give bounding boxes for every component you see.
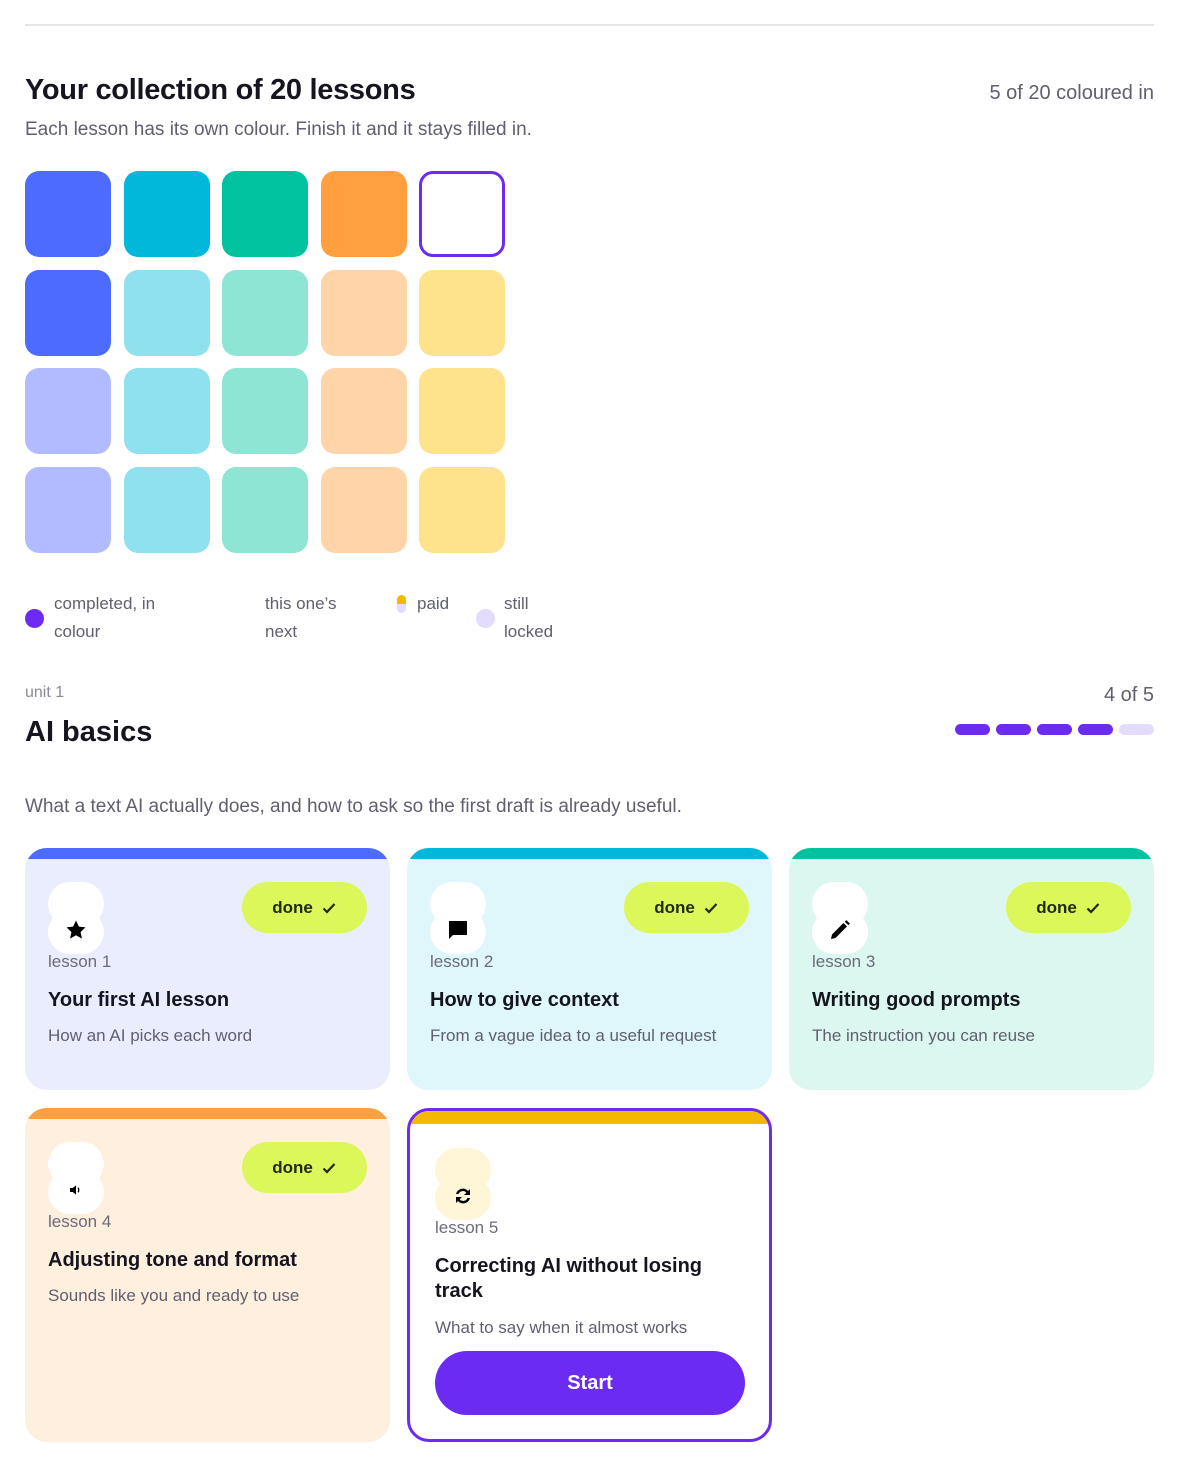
lesson-card-2[interactable]: done lesson 2 How to give context From a… (407, 848, 772, 1090)
lesson-tile-9[interactable] (320, 269, 407, 356)
lesson-tile-20[interactable] (419, 466, 505, 553)
checkmark-icon (704, 902, 718, 914)
lesson-subtitle: How an AI picks each word (48, 1026, 253, 1045)
lesson-tile-3[interactable] (222, 171, 308, 257)
lesson-kicker: lesson 2 (430, 952, 494, 971)
lesson-tile-17[interactable] (123, 466, 210, 553)
done-badge: done (242, 882, 367, 933)
pencil-icon (831, 920, 850, 939)
icon-bubble (48, 882, 104, 954)
top-divider (25, 24, 1154, 26)
checkmark-icon (1086, 902, 1100, 914)
lesson-tile-12[interactable] (123, 368, 210, 454)
lesson-tile-2[interactable] (123, 171, 210, 257)
card-color-band (407, 848, 772, 859)
unit-progress-bar (955, 724, 1154, 735)
lesson-title: Writing good prompts (812, 989, 1021, 1011)
lesson-color-grid (25, 171, 506, 553)
progress-segment (1119, 724, 1154, 735)
checkmark-icon (322, 902, 336, 914)
legend-locked: still locked (504, 594, 554, 641)
lesson-subtitle: What to say when it almost works (435, 1318, 688, 1337)
lesson-title: Adjusting tone and format (48, 1249, 297, 1271)
lesson-tile-16[interactable] (25, 466, 111, 553)
lesson-tile-10[interactable] (419, 269, 505, 356)
legend: completed, in colour this one’s next pai… (25, 590, 625, 650)
lesson-kicker: lesson 1 (48, 952, 112, 971)
lesson-title: How to give context (430, 989, 619, 1011)
card-color-band (789, 848, 1154, 859)
lesson-kicker: lesson 3 (812, 952, 876, 971)
locked-dot-icon (476, 609, 495, 628)
icon-bubble (812, 882, 868, 954)
progress-segment (996, 724, 1031, 735)
lesson-subtitle: The instruction you can reuse (812, 1026, 1036, 1045)
checkmark-icon (322, 1162, 336, 1174)
lesson-tile-18[interactable] (222, 466, 308, 553)
lesson-tile-4[interactable] (320, 171, 407, 257)
lesson-tile-8[interactable] (222, 269, 308, 356)
done-badge: done (242, 1142, 367, 1193)
lesson-subtitle: Sounds like you and ready to use (48, 1286, 300, 1305)
done-badge: done (1006, 882, 1131, 933)
completed-dot-icon (25, 609, 44, 628)
card-color-band (410, 1111, 769, 1124)
legend-completed: completed, in colour (54, 594, 156, 641)
lesson-tile-19[interactable] (320, 466, 407, 553)
legend-next: this one’s next (265, 594, 337, 641)
lesson-title: Correcting AI without losing track (435, 1255, 703, 1302)
lesson-tile-1[interactable] (25, 171, 111, 257)
lesson-card-1[interactable]: done lesson 1 Your first AI lesson How a… (25, 848, 390, 1090)
progress-segment (1037, 724, 1072, 735)
icon-bubble (435, 1148, 491, 1220)
lesson-tile-6[interactable] (25, 269, 111, 356)
legend-paid: paid (417, 594, 450, 613)
card-color-band (25, 848, 390, 859)
lesson-subtitle: From a vague idea to a useful request (430, 1026, 717, 1045)
icon-bubble (430, 882, 486, 954)
icon-bubble (48, 1142, 104, 1214)
unit-title: AI basics (25, 716, 153, 748)
lesson-kicker: lesson 4 (48, 1212, 112, 1231)
progress-segment (955, 724, 990, 735)
unit-count: 4 of 5 (1103, 684, 1154, 706)
unit-kicker: unit 1 (25, 684, 65, 701)
chat-bubble-icon (449, 921, 467, 939)
collection-subtitle: Each lesson has its own colour. Finish i… (25, 119, 532, 140)
lesson-card-3[interactable]: done lesson 3 Writing good prompts The i… (789, 848, 1154, 1090)
lesson-tile-14[interactable] (320, 368, 407, 454)
refresh-icon (456, 1188, 470, 1204)
done-badge: done (624, 882, 749, 933)
start-lesson-button[interactable]: Start (435, 1351, 745, 1415)
lesson-kicker: lesson 5 (435, 1218, 499, 1237)
star-icon (66, 920, 86, 939)
paid-dot-icon (397, 595, 406, 613)
collection-title: Your collection of 20 lessons (25, 74, 416, 106)
lesson-card-5[interactable]: lesson 5 Correcting AI without losing tr… (407, 1108, 772, 1442)
lesson-tile-7[interactable] (123, 269, 210, 356)
unit-subtitle: What a text AI actually does, and how to… (25, 796, 682, 817)
card-color-band (25, 1108, 390, 1119)
lesson-tile-5[interactable] (419, 171, 505, 257)
lesson-tile-11[interactable] (25, 368, 111, 454)
lesson-tile-13[interactable] (222, 368, 308, 454)
collection-count: 5 of 20 coloured in (989, 82, 1154, 104)
progress-segment (1078, 724, 1113, 735)
speaker-icon (70, 1185, 80, 1195)
lesson-card-4[interactable]: done lesson 4 Adjusting tone and format … (25, 1108, 390, 1442)
lesson-title: Your first AI lesson (48, 989, 230, 1011)
lesson-tile-15[interactable] (419, 368, 505, 454)
